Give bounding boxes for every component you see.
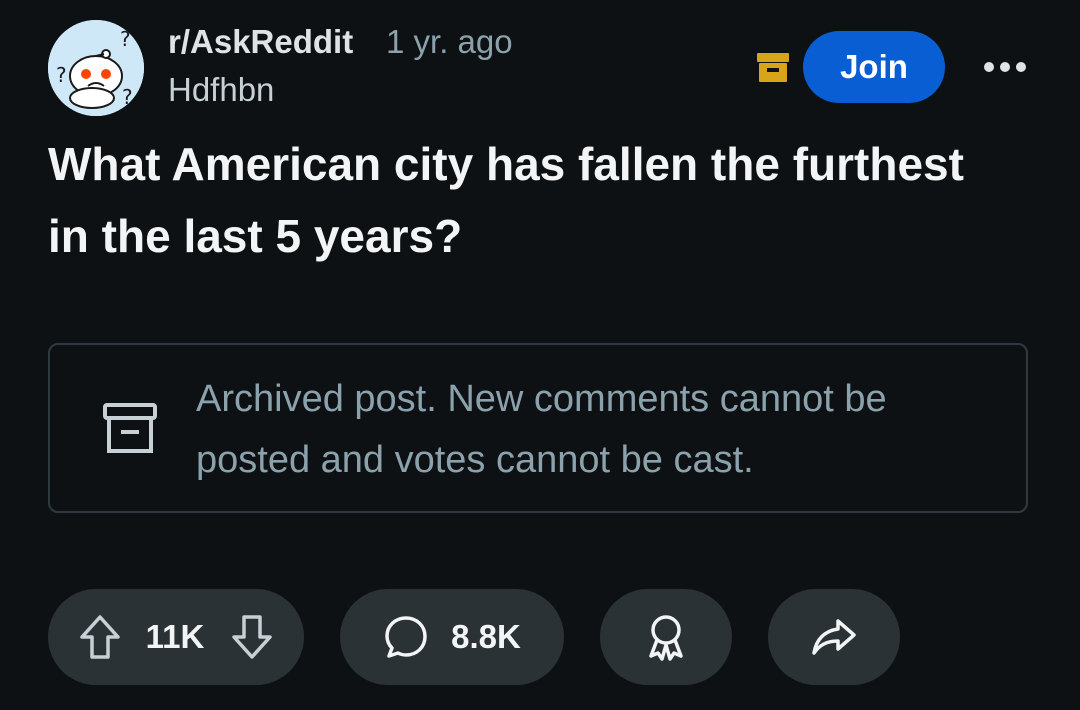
svg-text:?: ? bbox=[122, 85, 133, 109]
comment-bubble-icon bbox=[385, 616, 427, 658]
more-dots-icon bbox=[984, 62, 1026, 72]
award-ribbon-icon bbox=[649, 615, 683, 661]
archived-notice: Archived post. New comments cannot be po… bbox=[48, 343, 1028, 513]
archived-notice-text: Archived post. New comments cannot be po… bbox=[196, 378, 887, 481]
comment-count: 8.8K bbox=[451, 618, 521, 655]
archived-badge bbox=[756, 50, 790, 84]
share-button[interactable] bbox=[768, 589, 900, 685]
upvote-button[interactable] bbox=[78, 613, 122, 661]
more-options-button[interactable] bbox=[980, 44, 1030, 90]
downvote-arrow-icon bbox=[232, 615, 273, 659]
archive-box-icon bbox=[757, 53, 789, 82]
comments-button[interactable]: 8.8K bbox=[340, 589, 564, 685]
join-button[interactable]: Join bbox=[803, 31, 945, 103]
archive-box-icon bbox=[102, 401, 158, 457]
subreddit-avatar[interactable]: ? ? ? bbox=[48, 20, 144, 116]
askreddit-snoo-icon: ? ? ? bbox=[48, 20, 144, 116]
svg-text:?: ? bbox=[56, 63, 67, 87]
award-button[interactable] bbox=[600, 589, 732, 685]
share-arrow-icon bbox=[812, 619, 856, 655]
post-author[interactable]: Hdfhbn bbox=[168, 70, 274, 110]
reddit-post-screen: ? ? ? r/AskReddit 1 yr. ago Hdfhbn Join … bbox=[0, 0, 1080, 710]
post-age: 1 yr. ago bbox=[386, 23, 513, 60]
svg-text:?: ? bbox=[120, 27, 131, 51]
vote-count: 11K bbox=[145, 618, 205, 655]
upvote-arrow-icon bbox=[79, 615, 120, 659]
subreddit-name[interactable]: r/AskReddit bbox=[168, 22, 353, 62]
vote-bar: 11K bbox=[48, 589, 304, 685]
downvote-button[interactable] bbox=[230, 613, 274, 661]
post-title[interactable]: What American city has fallen the furthe… bbox=[48, 128, 1008, 272]
